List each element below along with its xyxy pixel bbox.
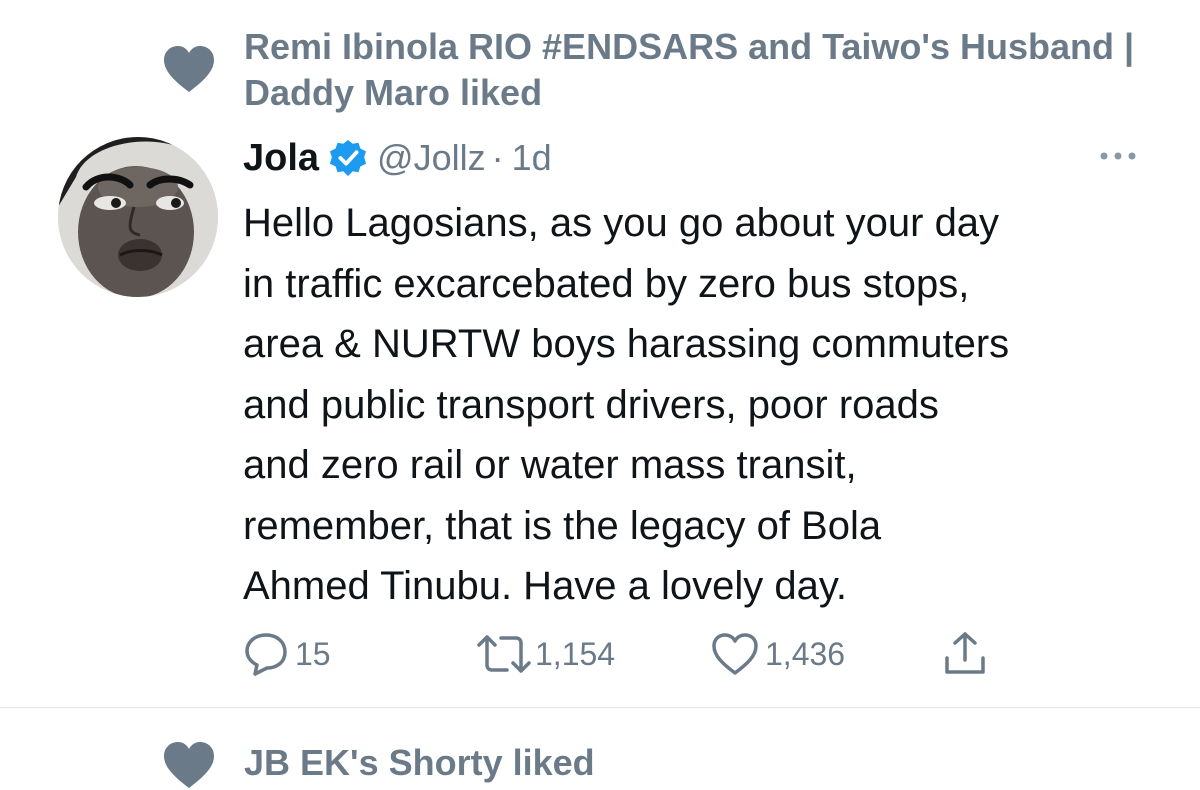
avatar-image xyxy=(58,137,218,297)
like-icon xyxy=(712,633,758,675)
separator: · xyxy=(491,137,504,178)
reply-icon xyxy=(245,633,287,676)
more-dots-icon[interactable] xyxy=(1098,146,1138,166)
tweet-text-line: remember, that is the legacy of Bola xyxy=(243,503,882,548)
retweet-icon xyxy=(477,635,531,673)
next-social-context-text[interactable]: JB EK's Shorty liked xyxy=(244,740,595,786)
retweet-count: 1,154 xyxy=(535,635,616,672)
heart-icon xyxy=(164,46,214,92)
like-button[interactable]: 1,436 xyxy=(711,626,845,682)
display-name[interactable]: Jola xyxy=(243,137,319,180)
tweet-divider xyxy=(0,707,1200,708)
share-icon xyxy=(945,632,985,674)
avatar[interactable] xyxy=(58,137,218,297)
tweet-text-line: in traffic excarcebated by zero bus stop… xyxy=(243,261,970,306)
share-button[interactable] xyxy=(943,626,987,682)
social-context-text[interactable]: Remi Ibinola RIO #ENDSARS and Taiwo's Hu… xyxy=(244,24,1144,116)
verified-badge-icon xyxy=(329,139,367,177)
action-bar: 15 1,154 1,436 xyxy=(243,626,1043,682)
tweet-text-line: area & NURTW boys harassing commuters xyxy=(243,322,1010,366)
tweet-text-line: Ahmed Tinubu. Have a lovely day. xyxy=(243,564,848,608)
like-count: 1,436 xyxy=(765,635,846,672)
reply-button[interactable]: 15 xyxy=(243,626,331,682)
tweet-text-line: Hello Lagosians, as you go about your da… xyxy=(243,201,1000,245)
retweet-button[interactable]: 1,154 xyxy=(475,626,615,682)
heart-icon xyxy=(164,742,214,788)
reply-count: 15 xyxy=(295,635,331,672)
user-handle[interactable]: @Jollz xyxy=(377,137,486,179)
tweet-text: Hello Lagosians, as you go about your da… xyxy=(243,193,1153,617)
timestamp[interactable]: 1d xyxy=(512,137,552,179)
tweet-text-line: and public transport drivers, poor roads xyxy=(243,382,939,427)
tweet-header: Jola @Jollz · 1d xyxy=(243,130,552,186)
tweet-text-line: and zero rail or water mass transit, xyxy=(243,443,857,487)
